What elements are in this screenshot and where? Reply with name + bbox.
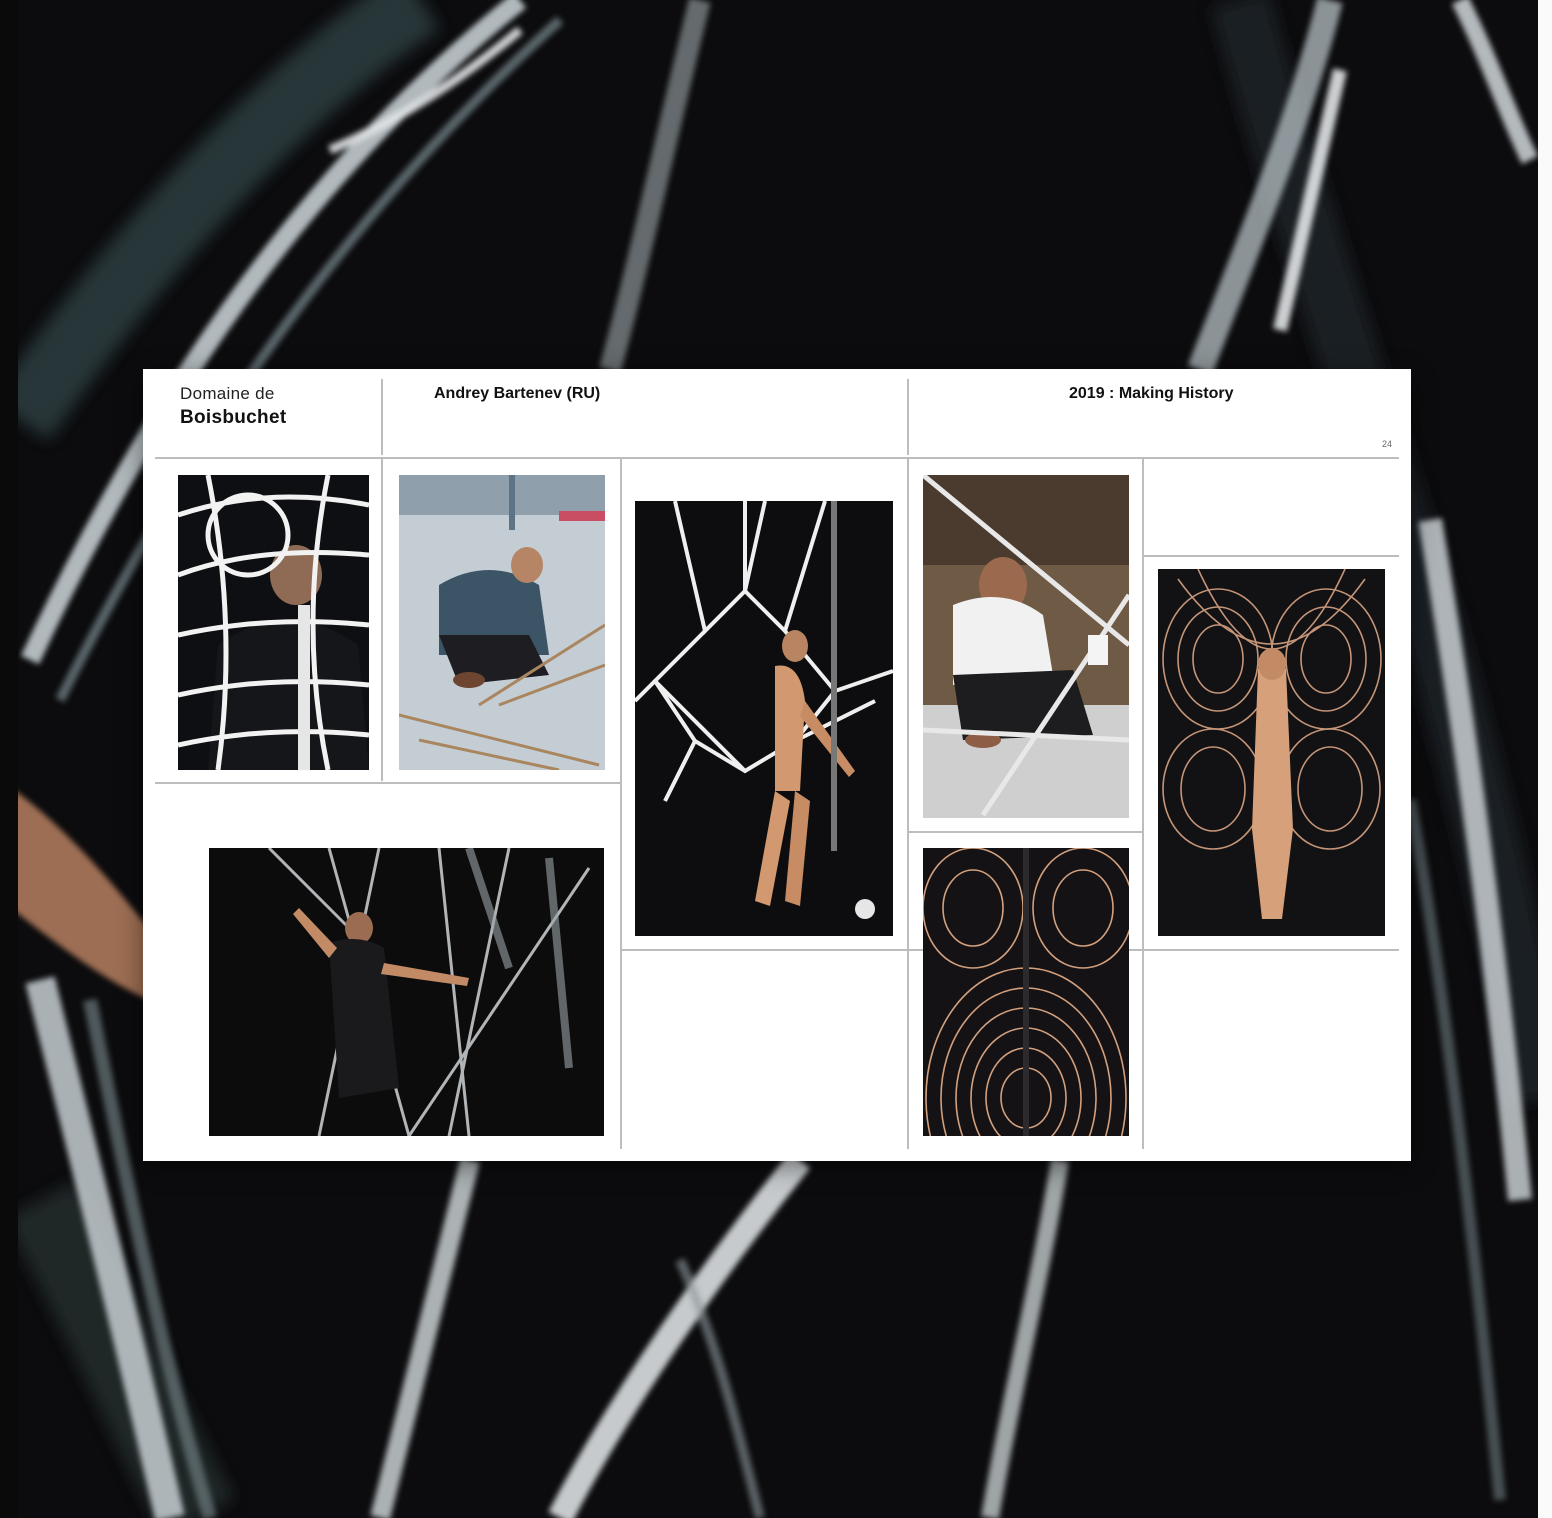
- photo-woman-kneeling: [399, 475, 605, 770]
- photo-performer-dark-tubes: [209, 848, 604, 1136]
- photo-man-in-lattice: [178, 475, 369, 770]
- edition-title: 2019 : Making History: [1069, 385, 1234, 402]
- book-spread-page: Domaine de Boisbuchet Andrey Bartenev (R…: [143, 369, 1411, 1161]
- right-edge: [1538, 0, 1552, 1518]
- grid-line: [909, 831, 1142, 833]
- page-number: 24: [1382, 439, 1393, 449]
- photo-man-crouching-workshop: [923, 475, 1129, 818]
- grid-line: [907, 379, 909, 455]
- brand-name-line2: Boisbuchet: [180, 407, 287, 428]
- photo-performer-geodesic-frame: [635, 501, 893, 936]
- grid-line: [907, 459, 909, 1149]
- brand-name-line1: Domaine de: [180, 384, 275, 403]
- grid-line: [620, 459, 622, 1149]
- left-edge: [0, 0, 18, 1518]
- artist-name: Andrey Bartenev (RU): [434, 385, 601, 402]
- grid-line: [381, 379, 383, 455]
- grid-line: [155, 782, 620, 784]
- photo-copper-rings: [923, 848, 1129, 1136]
- photo-copper-wire-costume: [1158, 569, 1385, 936]
- grid-line: [1143, 555, 1399, 557]
- grid-line: [1142, 459, 1144, 1149]
- grid-line: [381, 459, 383, 781]
- grid-line: [155, 457, 1399, 459]
